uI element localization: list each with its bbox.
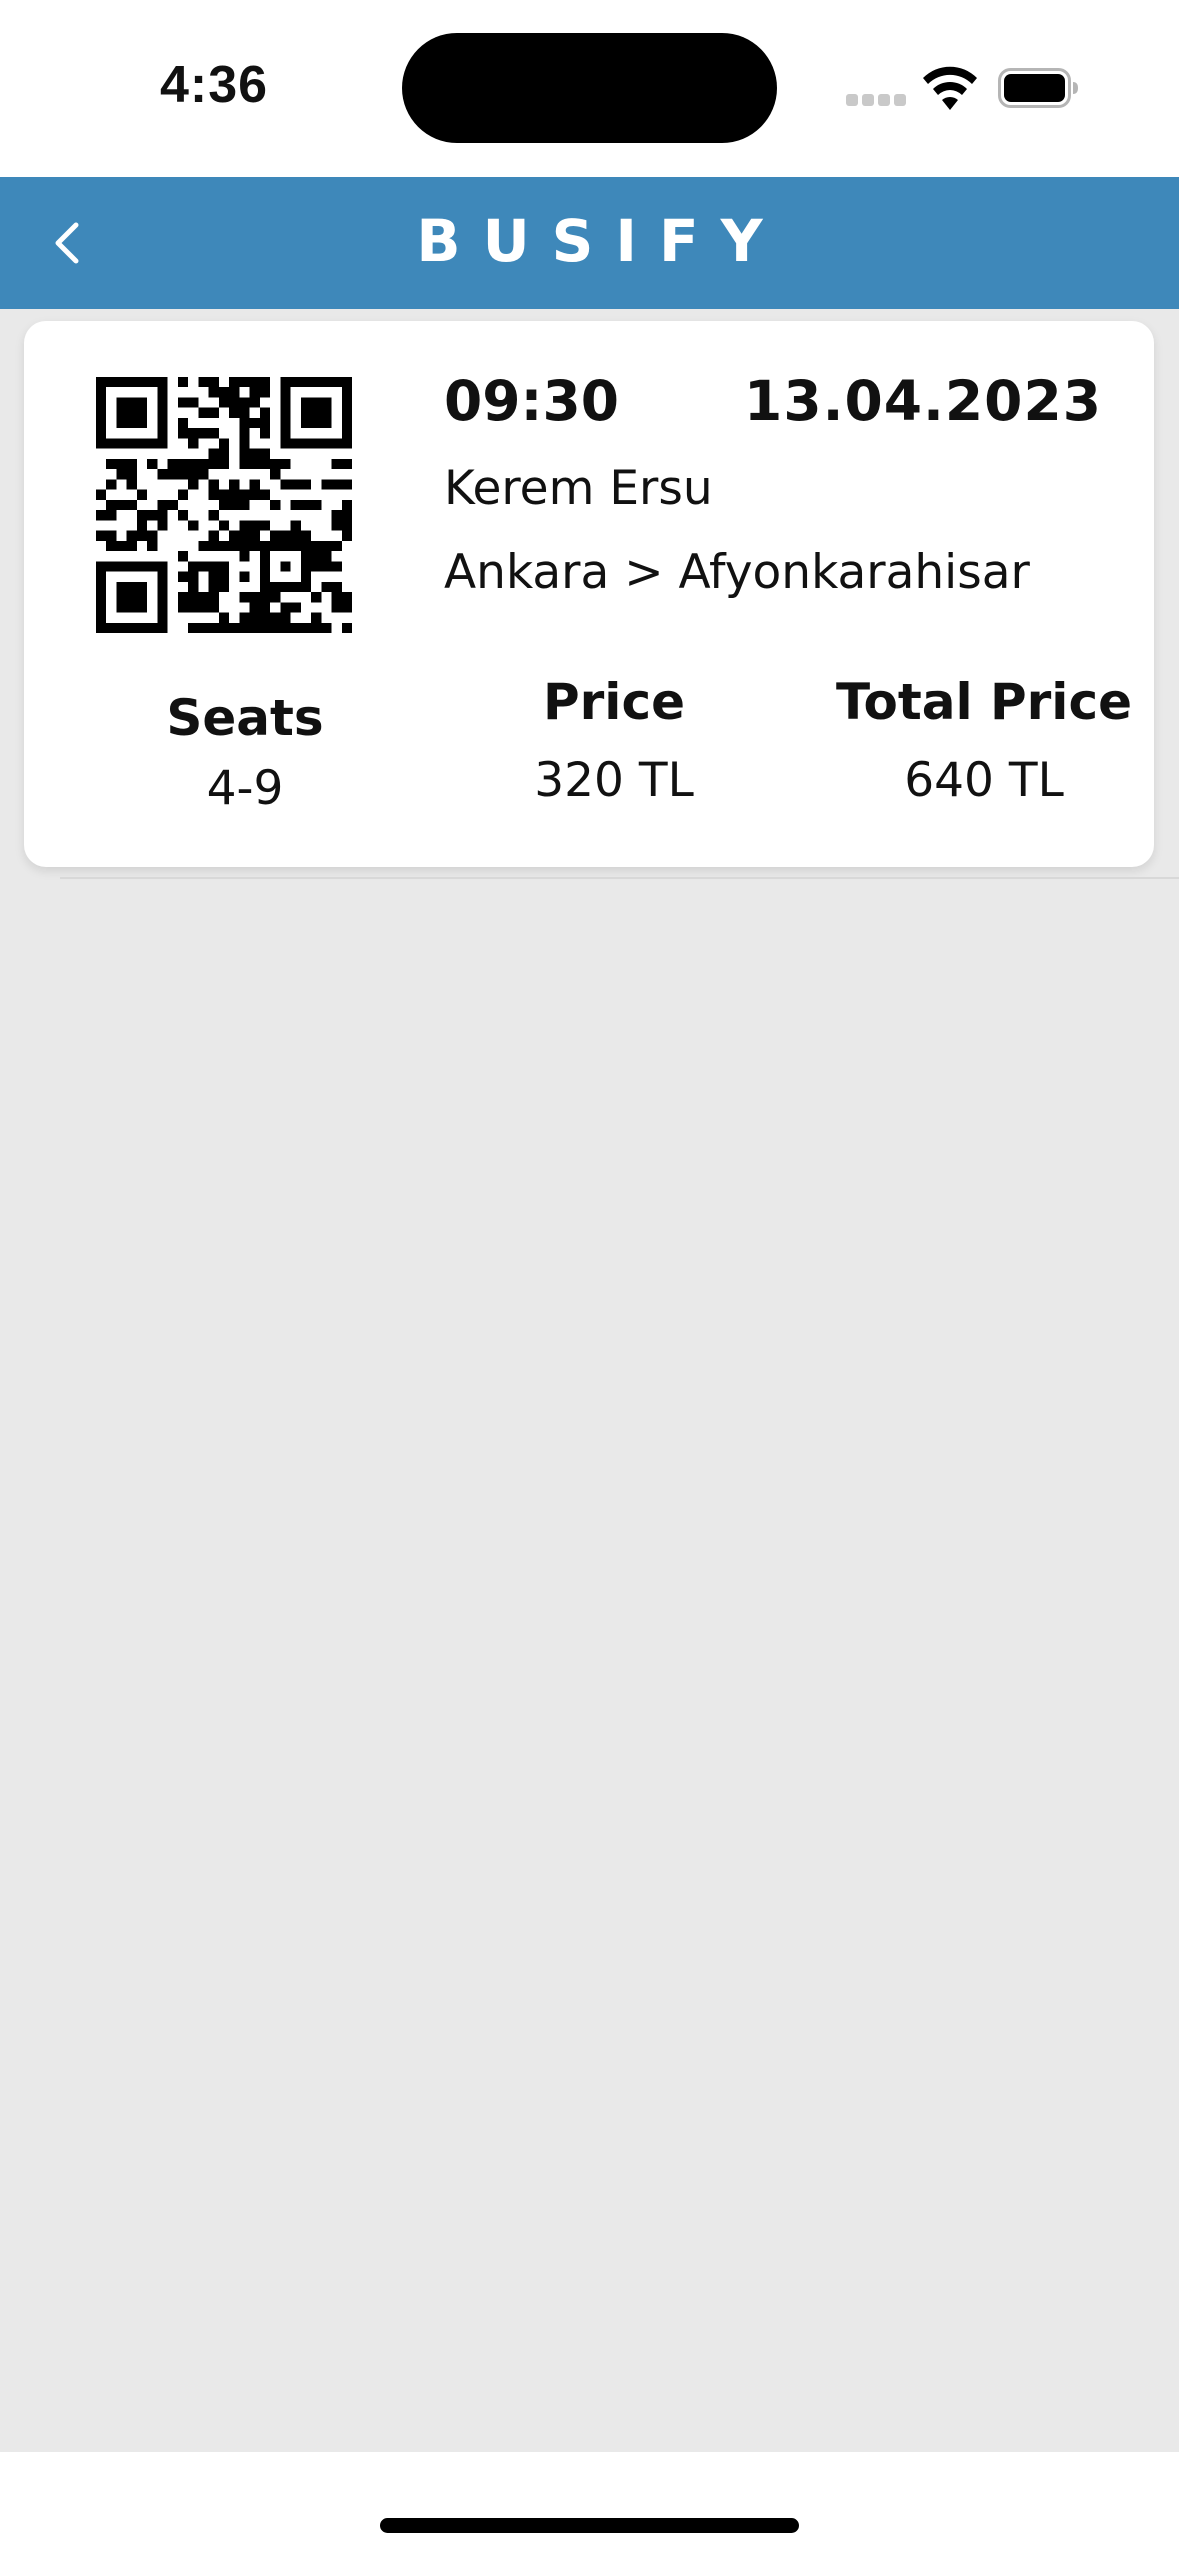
status-bar: 4:36 (0, 0, 1179, 177)
home-indicator-area (0, 2452, 1179, 2556)
departure-time: 09:30 (444, 369, 620, 433)
app-title: BUSIFY (416, 207, 785, 275)
total-price-value: 640 TL (904, 753, 1064, 808)
list-separator (60, 877, 1179, 879)
price-block: Price 320 TL (464, 673, 764, 808)
seats-block: Seats 4-9 (120, 689, 370, 816)
dynamic-island (402, 33, 777, 143)
battery-icon (998, 68, 1078, 108)
seats-value: 4-9 (206, 761, 284, 816)
seats-label: Seats (166, 689, 324, 747)
signal-icon (846, 94, 906, 108)
qr-code-icon (96, 377, 352, 633)
departure-date: 13.04.2023 (744, 369, 1102, 433)
app-header: BUSIFY (0, 177, 1179, 309)
price-label: Price (543, 673, 685, 731)
home-indicator[interactable] (380, 2518, 799, 2533)
price-value: 320 TL (534, 753, 694, 808)
total-price-label: Total Price (836, 673, 1132, 731)
route: Ankara > Afyonkarahisar (444, 545, 1030, 600)
total-price-block: Total Price 640 TL (834, 673, 1134, 808)
ticket-card[interactable]: 09:30 13.04.2023 Kerem Ersu Ankara > Afy… (24, 321, 1154, 867)
wifi-icon (923, 66, 977, 110)
passenger-name: Kerem Ersu (444, 461, 713, 516)
status-time: 4:36 (160, 56, 269, 114)
